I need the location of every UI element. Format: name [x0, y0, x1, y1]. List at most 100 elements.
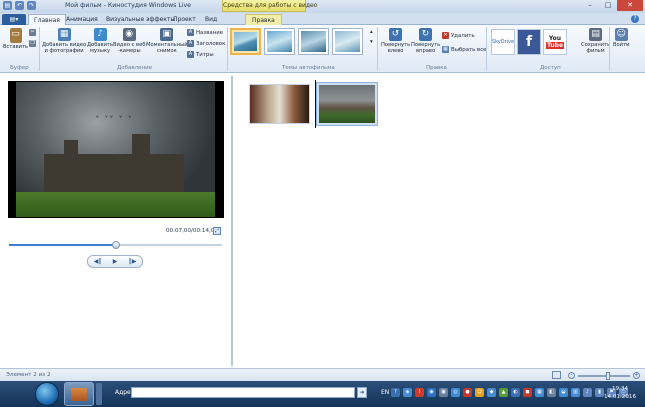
power-tray-icon[interactable]: ▮: [595, 388, 604, 397]
ribbon-tabs: ▤▾ Главная Анимация Визуальные эффекты П…: [0, 13, 645, 26]
theme-thumbnail[interactable]: [264, 28, 295, 55]
previous-frame-icon[interactable]: ◀‖: [94, 258, 102, 265]
app-tray-icon[interactable]: ☺: [475, 388, 484, 397]
app-tray-icon[interactable]: ◒: [559, 388, 568, 397]
group-label-access: Доступ: [540, 65, 561, 71]
status-text: Элемент 2 из 2: [6, 372, 51, 378]
scroll-down-icon[interactable]: ▾: [370, 39, 373, 45]
app-tray-icon[interactable]: ◆: [487, 388, 496, 397]
copy-button[interactable]: ❐: [29, 40, 36, 47]
volume-tray-icon[interactable]: ♪: [583, 388, 592, 397]
facebook-button[interactable]: f: [517, 29, 541, 55]
app-tray-icon[interactable]: ◼: [523, 388, 532, 397]
select-all-icon: ▦: [442, 46, 449, 53]
minimize-button[interactable]: –: [581, 0, 599, 11]
themes-scroll[interactable]: ▴ ▾: [370, 29, 373, 45]
tab-animation[interactable]: Анимация: [66, 14, 98, 25]
tab-visual-effects[interactable]: Визуальные эффекты: [106, 14, 175, 25]
clock[interactable]: 19:34 14.01.2016: [604, 385, 636, 401]
sign-in-button[interactable]: ☺ Войти: [613, 28, 630, 48]
facebook-icon: f: [525, 34, 533, 50]
group-label-edit: Правка: [426, 65, 447, 71]
scroll-up-icon[interactable]: ▴: [370, 29, 373, 35]
clip-thumbnail: [319, 85, 375, 123]
tab-edit[interactable]: Правка: [245, 14, 282, 25]
rotate-left-button[interactable]: ↺ Повернуть влево: [381, 28, 410, 54]
redo-icon[interactable]: ↷: [27, 1, 36, 10]
youtube-button[interactable]: You Tube: [543, 29, 567, 55]
taskbar-scroll[interactable]: [96, 383, 102, 405]
heading-button[interactable]: A Заголовок: [187, 40, 225, 47]
app-tray-icon[interactable]: ▦: [535, 388, 544, 397]
zoom-out-icon[interactable]: –: [568, 372, 575, 379]
app-tray-icon[interactable]: ◧: [547, 388, 556, 397]
address-input[interactable]: [131, 387, 355, 398]
app-tray-icon[interactable]: ●: [463, 388, 472, 397]
window-controls: – □ ✕: [581, 0, 643, 11]
tab-view[interactable]: Вид: [205, 14, 217, 25]
group-label-themes: Темы автофильма: [282, 65, 335, 71]
webcam-video-button[interactable]: ◉ Видео с веб -камеры: [113, 28, 145, 54]
start-button[interactable]: [35, 382, 59, 406]
theme-thumbnail[interactable]: [230, 28, 261, 55]
play-icon[interactable]: ▶: [113, 258, 118, 265]
warning-tray-icon[interactable]: !: [415, 388, 424, 397]
user-icon: ☺: [614, 28, 628, 41]
theme-thumbnail[interactable]: [332, 28, 363, 55]
language-indicator[interactable]: EN: [381, 389, 389, 396]
app-tray-icon[interactable]: ◉: [427, 388, 436, 397]
paste-button[interactable]: ▭ Вставить: [3, 28, 28, 50]
titles-button[interactable]: A Титры: [187, 51, 214, 58]
music-note-icon: ♪: [93, 28, 107, 41]
grass-field: [16, 192, 215, 217]
app-tray-icon[interactable]: ▥: [571, 388, 580, 397]
skydrive-button[interactable]: SkyDrive: [491, 29, 515, 55]
save-movie-button[interactable]: ▤ Сохранить фильм: [581, 28, 610, 54]
castle-silhouette: [44, 134, 184, 194]
next-frame-icon[interactable]: ‖▶: [129, 258, 137, 265]
add-music-button[interactable]: ♪ Добавить музыку: [87, 28, 113, 54]
select-all-button[interactable]: ▦ Выбрать все: [442, 46, 487, 53]
caption-button[interactable]: A Название: [187, 29, 223, 36]
close-button[interactable]: ✕: [617, 0, 643, 11]
go-button[interactable]: ➜: [357, 387, 367, 398]
credits-icon: A: [187, 51, 194, 58]
zoom-in-icon[interactable]: +: [633, 372, 640, 379]
file-menu-button[interactable]: ▤▾: [2, 14, 26, 25]
system-tray: ? ◈ ! ◉ ▣ ◎ ● ☺ ◆ ▲ ◐ ◼ ▦ ◧ ◒ ▥ ♪ ▮ ⚑ ▭: [391, 388, 628, 397]
tab-project[interactable]: Проект: [173, 14, 196, 25]
skydrive-icon: SkyDrive: [491, 39, 515, 45]
storyboard-clip[interactable]: [249, 84, 310, 124]
video-preview[interactable]: ᵛ ᵛᵛ ᵛ ᵛ: [8, 81, 224, 218]
taskbar-movie-maker[interactable]: [64, 382, 94, 406]
network-tray-icon[interactable]: ◈: [403, 388, 412, 397]
app-tray-icon[interactable]: ◎: [451, 388, 460, 397]
storyboard-clip-selected[interactable]: [316, 82, 378, 126]
app-menu-icon[interactable]: ▤: [3, 1, 12, 10]
help-tray-icon[interactable]: ?: [391, 388, 400, 397]
zoom-thumb[interactable]: [606, 371, 611, 380]
undo-icon[interactable]: ↶: [15, 1, 24, 10]
playback-time: 00:07,00/00:14,00: [166, 228, 218, 234]
delete-button[interactable]: ✕ Удалить: [442, 32, 475, 39]
quick-access-toolbar: ▤ ↶ ↷: [3, 1, 36, 10]
pane-divider[interactable]: [231, 76, 233, 366]
snapshot-button[interactable]: ▣ Моментальный снимок: [146, 28, 188, 54]
app-tray-icon[interactable]: ▣: [439, 388, 448, 397]
help-icon[interactable]: ?: [631, 15, 639, 23]
zoom-slider[interactable]: [578, 371, 630, 380]
add-media-button[interactable]: ▦ Добавить видео и фотографии: [42, 28, 86, 54]
monitor-icon[interactable]: [552, 371, 561, 379]
app-tray-icon[interactable]: ▲: [499, 388, 508, 397]
app-tray-icon[interactable]: ◐: [511, 388, 520, 397]
fullscreen-icon[interactable]: ⤢: [213, 227, 221, 235]
cut-button[interactable]: ✂: [29, 29, 36, 36]
maximize-button[interactable]: □: [599, 0, 617, 11]
theme-thumbnail[interactable]: [298, 28, 329, 55]
caption-icon: A: [187, 29, 194, 36]
seek-thumb[interactable]: [111, 241, 120, 249]
snapshot-icon: ▣: [160, 28, 174, 41]
webcam-icon: ◉: [122, 28, 136, 41]
seek-bar[interactable]: [9, 241, 222, 249]
rotate-right-button[interactable]: ↻ Повернуть вправо: [411, 28, 440, 54]
